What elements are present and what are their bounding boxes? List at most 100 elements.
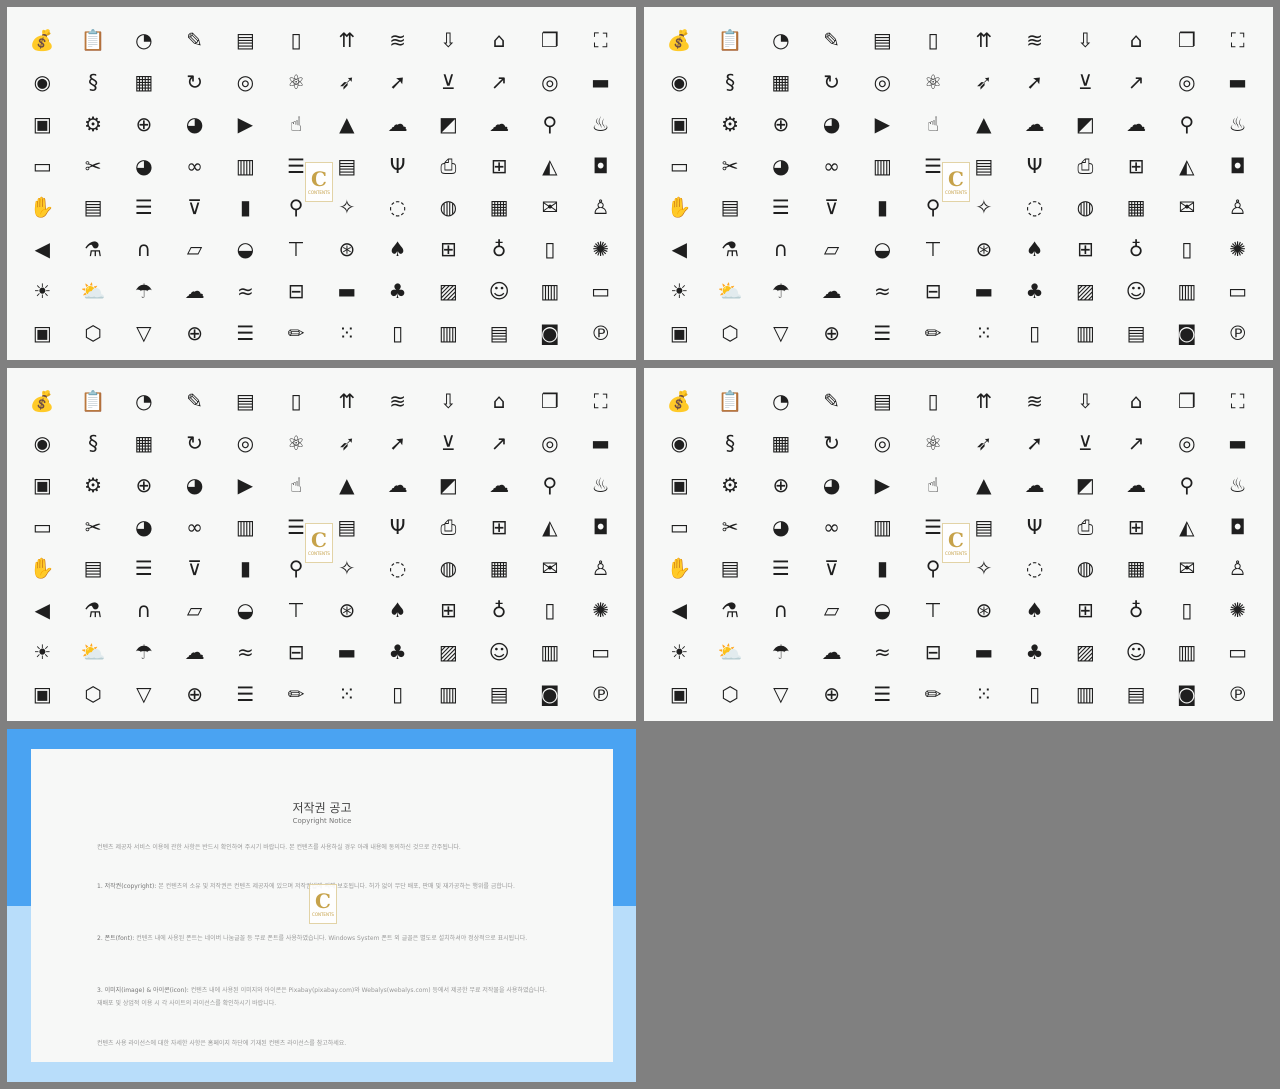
- shield-plus-icon: ⊕: [823, 321, 840, 346]
- rocket-icon: ➶: [338, 430, 356, 455]
- shopping-cart-icon: ⊽: [187, 556, 202, 581]
- hand-icon: ✋: [29, 195, 55, 220]
- cloud-icon: ☁: [489, 111, 510, 136]
- hand-icon: ✋: [666, 195, 692, 220]
- notice-title: 저작권 공고: [292, 801, 352, 815]
- partly-cloudy-icon: ⛅: [717, 640, 743, 665]
- speed-gauge-icon: ◔: [772, 27, 790, 52]
- grid-dots-icon: ⁙: [975, 682, 993, 707]
- paint-palette-icon: ✺: [592, 237, 609, 262]
- trash-can-icon: ▥: [540, 279, 560, 304]
- windy-icon: ≈: [236, 279, 254, 304]
- paint-palette-icon: ✺: [1229, 598, 1246, 623]
- light-bulb-icon: ♁: [1128, 598, 1144, 623]
- document-icon: ▯: [290, 388, 302, 413]
- palette-icon: ◍: [1076, 195, 1095, 220]
- film-strip-icon: ▣: [32, 682, 52, 707]
- bullet-list-icon: ☰: [236, 682, 255, 707]
- cursor-click-icon: ◎: [236, 430, 255, 455]
- home-icon: ⌂: [492, 27, 506, 52]
- speed-gauge-icon: ◔: [772, 388, 790, 413]
- presentation-icon: ◩: [438, 111, 458, 136]
- magic-wand-icon: ✧: [338, 195, 356, 220]
- smartphone-icon: ▯: [1181, 237, 1193, 262]
- flask-icon: ⚗: [84, 237, 103, 262]
- cart-download-icon: ⊻: [1078, 430, 1093, 455]
- rain-cloud-icon: ☂: [771, 640, 790, 665]
- team-target-icon: ⊛: [975, 237, 993, 262]
- thumbs-up-icon: ♠: [388, 237, 407, 262]
- sun-icon: ☀: [33, 279, 52, 304]
- zoom-in-icon: ⊕: [772, 111, 790, 136]
- usb-icon: Ψ: [389, 514, 406, 539]
- user-icon: ♙: [591, 556, 610, 581]
- tree-cloud-icon: ♣: [1025, 279, 1044, 304]
- tree-cloud-icon: ♣: [388, 279, 407, 304]
- cloud-check-icon: ☁: [387, 472, 408, 497]
- list-icon: ☰: [771, 556, 790, 581]
- pinterest-icon: ℗: [590, 321, 611, 346]
- partly-cloudy-icon: ⛅: [80, 279, 106, 304]
- notice-footer: 컨텐츠 사용 라이선스에 대한 자세한 사항은 홈페이지 하단에 기재된 컨텐츠…: [97, 1040, 347, 1047]
- layers-icon: ≋: [389, 27, 406, 52]
- icon-slide-3: 💰 📋 ◔ ✎ ▤ ▯ ⇈ ≋ ⇩ ⌂ ❐ ⛶ ◉ § ▦ ↻ ◎ ⚛ ➶ ➚ ⊻ ↗ ◎ ▬ ▣ ⚙ ⊕ ◕ ▶ ☝ ▲ ☁ ◩ ☁ ⚲ ♨ ▭ ✂ ◕ ∞…: [7, 368, 636, 721]
- document-icon: ▯: [927, 27, 939, 52]
- office-building-icon: ▦: [134, 430, 154, 455]
- pie-outline-icon: ◕: [822, 111, 841, 136]
- atom-icon: ⚛: [924, 69, 943, 94]
- pointer-arrow-icon: ➚: [389, 69, 406, 94]
- target-icon: ◎: [541, 69, 559, 94]
- battery-charging-icon: ⊟: [287, 640, 305, 665]
- speed-gauge-icon: ◔: [135, 388, 153, 413]
- user-icon: ♙: [1228, 195, 1247, 220]
- money-bag-icon: 💰: [666, 27, 692, 52]
- sun-icon: ☀: [670, 279, 689, 304]
- notebook-icon: ▮: [876, 195, 888, 220]
- newspaper-icon: ▤: [1126, 321, 1146, 346]
- overlap-squares-icon: ◘: [1229, 514, 1246, 539]
- chat-bubble-icon: ◌: [1025, 195, 1044, 220]
- refresh-icon: ↻: [823, 69, 840, 94]
- usb-icon: Ψ: [1026, 153, 1043, 178]
- windy-icon: ≈: [873, 640, 891, 665]
- chart-board-icon: ▦: [489, 195, 509, 220]
- user-icon: ♙: [591, 195, 610, 220]
- watermark: C CONTENTS: [942, 162, 970, 202]
- archive-download-icon: ⇩: [439, 388, 457, 413]
- trash-icon: ▥: [235, 514, 255, 539]
- magic-wand-icon: ✧: [975, 195, 993, 220]
- cloud-check-icon: ☁: [1024, 111, 1045, 136]
- tree-icon: ▲: [339, 472, 355, 497]
- image-icon: ▨: [1075, 640, 1095, 665]
- speech-bubbles-icon: ◒: [873, 237, 892, 262]
- gift-icon: ⊞: [439, 598, 457, 623]
- shopping-cart-icon: ⊽: [824, 556, 839, 581]
- certificate-icon: ▤: [337, 514, 357, 539]
- location-user-icon: ⚲: [1179, 472, 1195, 497]
- gears-icon: ⚙: [721, 111, 740, 136]
- cursor-click-icon: ◎: [873, 430, 892, 455]
- smartphone-icon: ▯: [544, 598, 556, 623]
- newspaper-icon: ▤: [489, 321, 509, 346]
- clipboard-check-icon: 📋: [80, 388, 106, 413]
- chart-board-icon: ▦: [1126, 556, 1146, 581]
- link-icon: ∞: [823, 153, 840, 178]
- list-icon: ☰: [134, 195, 153, 220]
- trash-can-icon: ▥: [540, 640, 560, 665]
- shopping-cart-icon: ⊽: [187, 195, 202, 220]
- cart-download-icon: ⊻: [1078, 69, 1093, 94]
- clipboard-task-icon: ▣: [32, 472, 52, 497]
- team-target-icon: ⊛: [975, 598, 993, 623]
- fullscreen-icon: ⛶: [1230, 27, 1245, 52]
- certificate-icon: ▤: [337, 153, 357, 178]
- tools-icon: ✂: [721, 514, 739, 539]
- watermark: C CONTENTS: [309, 884, 337, 924]
- usb-icon: Ψ: [389, 153, 406, 178]
- layers-icon: ≋: [1026, 27, 1043, 52]
- presentation-icon: ◩: [1075, 472, 1095, 497]
- video-player-icon: ▶: [874, 472, 891, 497]
- megaphone-icon: ◀: [671, 237, 688, 262]
- money-bag-icon: 💰: [666, 388, 692, 413]
- image-icon: ▨: [438, 640, 458, 665]
- gears-icon: ⚙: [721, 472, 740, 497]
